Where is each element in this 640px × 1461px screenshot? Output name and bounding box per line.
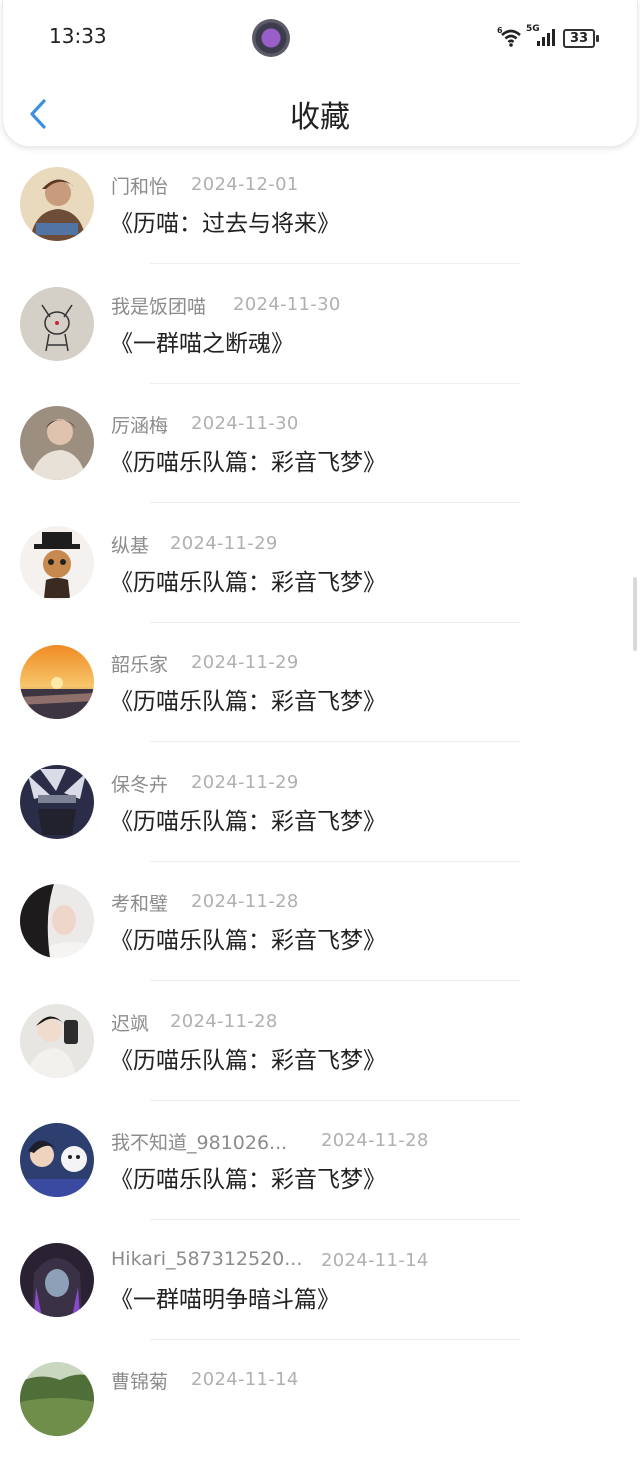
book-title: 《历喵乐队篇：彩音飞梦》	[110, 450, 386, 476]
avatar	[20, 884, 94, 958]
date: 2024-11-29	[191, 771, 299, 793]
divider	[150, 502, 520, 503]
scrollbar[interactable]	[633, 577, 637, 651]
book-title: 《历喵乐队篇：彩音飞梦》	[110, 689, 386, 715]
book-title: 《历喵乐队篇：彩音飞梦》	[110, 569, 386, 596]
date: 2024-11-14	[191, 1369, 299, 1390]
divider	[150, 1338, 520, 1340]
date: 2024-12-01	[191, 174, 299, 195]
date: 2024-11-28	[321, 1130, 429, 1151]
list-item[interactable]: 纵基 2024-11-29 《历喵乐队篇：彩音飞梦》	[0, 505, 640, 625]
list-item[interactable]: 考和璧 2024-11-28 《历喵乐队篇：彩音飞梦》	[0, 863, 640, 983]
book-title: 《历喵：过去与将来》	[110, 211, 340, 237]
date: 2024-11-29	[191, 652, 299, 673]
list-item[interactable]: 门和怡 2024-12-01 《历喵：过去与将来》	[0, 146, 640, 266]
date: 2024-11-29	[170, 532, 278, 554]
app-notification-icon	[252, 19, 290, 57]
book-title: 《历喵乐队篇：彩音飞梦》	[110, 808, 386, 835]
status-time: 13:33	[49, 24, 107, 48]
user-name: 迟飒	[111, 1012, 150, 1035]
divider	[150, 263, 520, 264]
date: 2024-11-14	[321, 1249, 429, 1271]
list-item[interactable]: 保冬卉 2024-11-29 《历喵乐队篇：彩音飞梦》	[0, 744, 640, 864]
list-item[interactable]: 厉涵梅 2024-11-30 《历喵乐队篇：彩音飞梦》	[0, 385, 640, 505]
divider	[150, 860, 520, 862]
avatar	[20, 1362, 94, 1436]
user-name: 考和璧	[111, 893, 169, 915]
user-name: 曹锦菊	[111, 1371, 169, 1393]
favorites-list: 门和怡 2024-12-01 《历喵：过去与将来》 我是饭团喵 2024-11-…	[0, 146, 640, 1461]
avatar	[20, 764, 94, 839]
avatar	[20, 406, 94, 480]
user-name: 韶乐家	[111, 654, 169, 676]
list-item[interactable]: 韶乐家 2024-11-29 《历喵乐队篇：彩音飞梦》	[0, 624, 640, 744]
book-title: 《历喵乐队篇：彩音飞梦》	[110, 1047, 386, 1074]
top-bar: 13:33 6 5G 33 收藏	[2, 0, 638, 147]
date: 2024-11-28	[191, 891, 299, 912]
book-title: 《一群喵明争暗斗篇》	[110, 1286, 340, 1313]
list-item[interactable]: 迟飒 2024-11-28 《历喵乐队篇：彩音飞梦》	[0, 983, 640, 1103]
avatar	[20, 286, 94, 361]
avatar	[20, 1003, 94, 1078]
list-item[interactable]: 曹锦菊 2024-11-14	[0, 1341, 640, 1461]
avatar	[20, 525, 94, 600]
divider	[150, 621, 520, 623]
wifi-icon: 6	[497, 26, 521, 47]
avatar	[20, 645, 94, 719]
date: 2024-11-30	[191, 413, 299, 434]
list-item[interactable]: Hikari_587312520... 2024-11-14 《一群喵明争暗斗篇…	[0, 1222, 640, 1342]
user-name: 保冬卉	[111, 773, 169, 796]
divider	[150, 741, 520, 742]
user-name: 我不知道_981026...	[111, 1132, 288, 1154]
date: 2024-11-28	[170, 1010, 278, 1032]
user-name: Hikari_587312520...	[111, 1247, 303, 1270]
book-title: 《一群喵之断魂》	[110, 330, 294, 357]
list-item[interactable]: 我不知道_981026... 2024-11-28 《历喵乐队篇：彩音飞梦》	[0, 1102, 640, 1222]
user-name: 我是饭团喵	[111, 295, 207, 318]
user-name: 厉涵梅	[111, 415, 169, 437]
user-name: 门和怡	[111, 176, 169, 198]
user-name: 纵基	[111, 534, 150, 557]
divider	[150, 1219, 520, 1220]
divider	[150, 1099, 520, 1101]
page-title: 收藏	[290, 100, 350, 135]
status-indicators: 6 5G 33	[497, 24, 607, 49]
avatar	[20, 1242, 94, 1317]
divider	[150, 980, 520, 981]
cellular-signal-icon	[537, 29, 555, 46]
avatar	[20, 1123, 94, 1197]
battery-icon: 33	[563, 29, 599, 48]
book-title: 《历喵乐队篇：彩音飞梦》	[110, 928, 386, 954]
date: 2024-11-30	[233, 293, 341, 315]
book-title: 《历喵乐队篇：彩音飞梦》	[110, 1167, 386, 1193]
avatar	[20, 167, 94, 241]
divider	[150, 382, 520, 384]
list-item[interactable]: 我是饭团喵 2024-11-30 《一群喵之断魂》	[0, 266, 640, 386]
